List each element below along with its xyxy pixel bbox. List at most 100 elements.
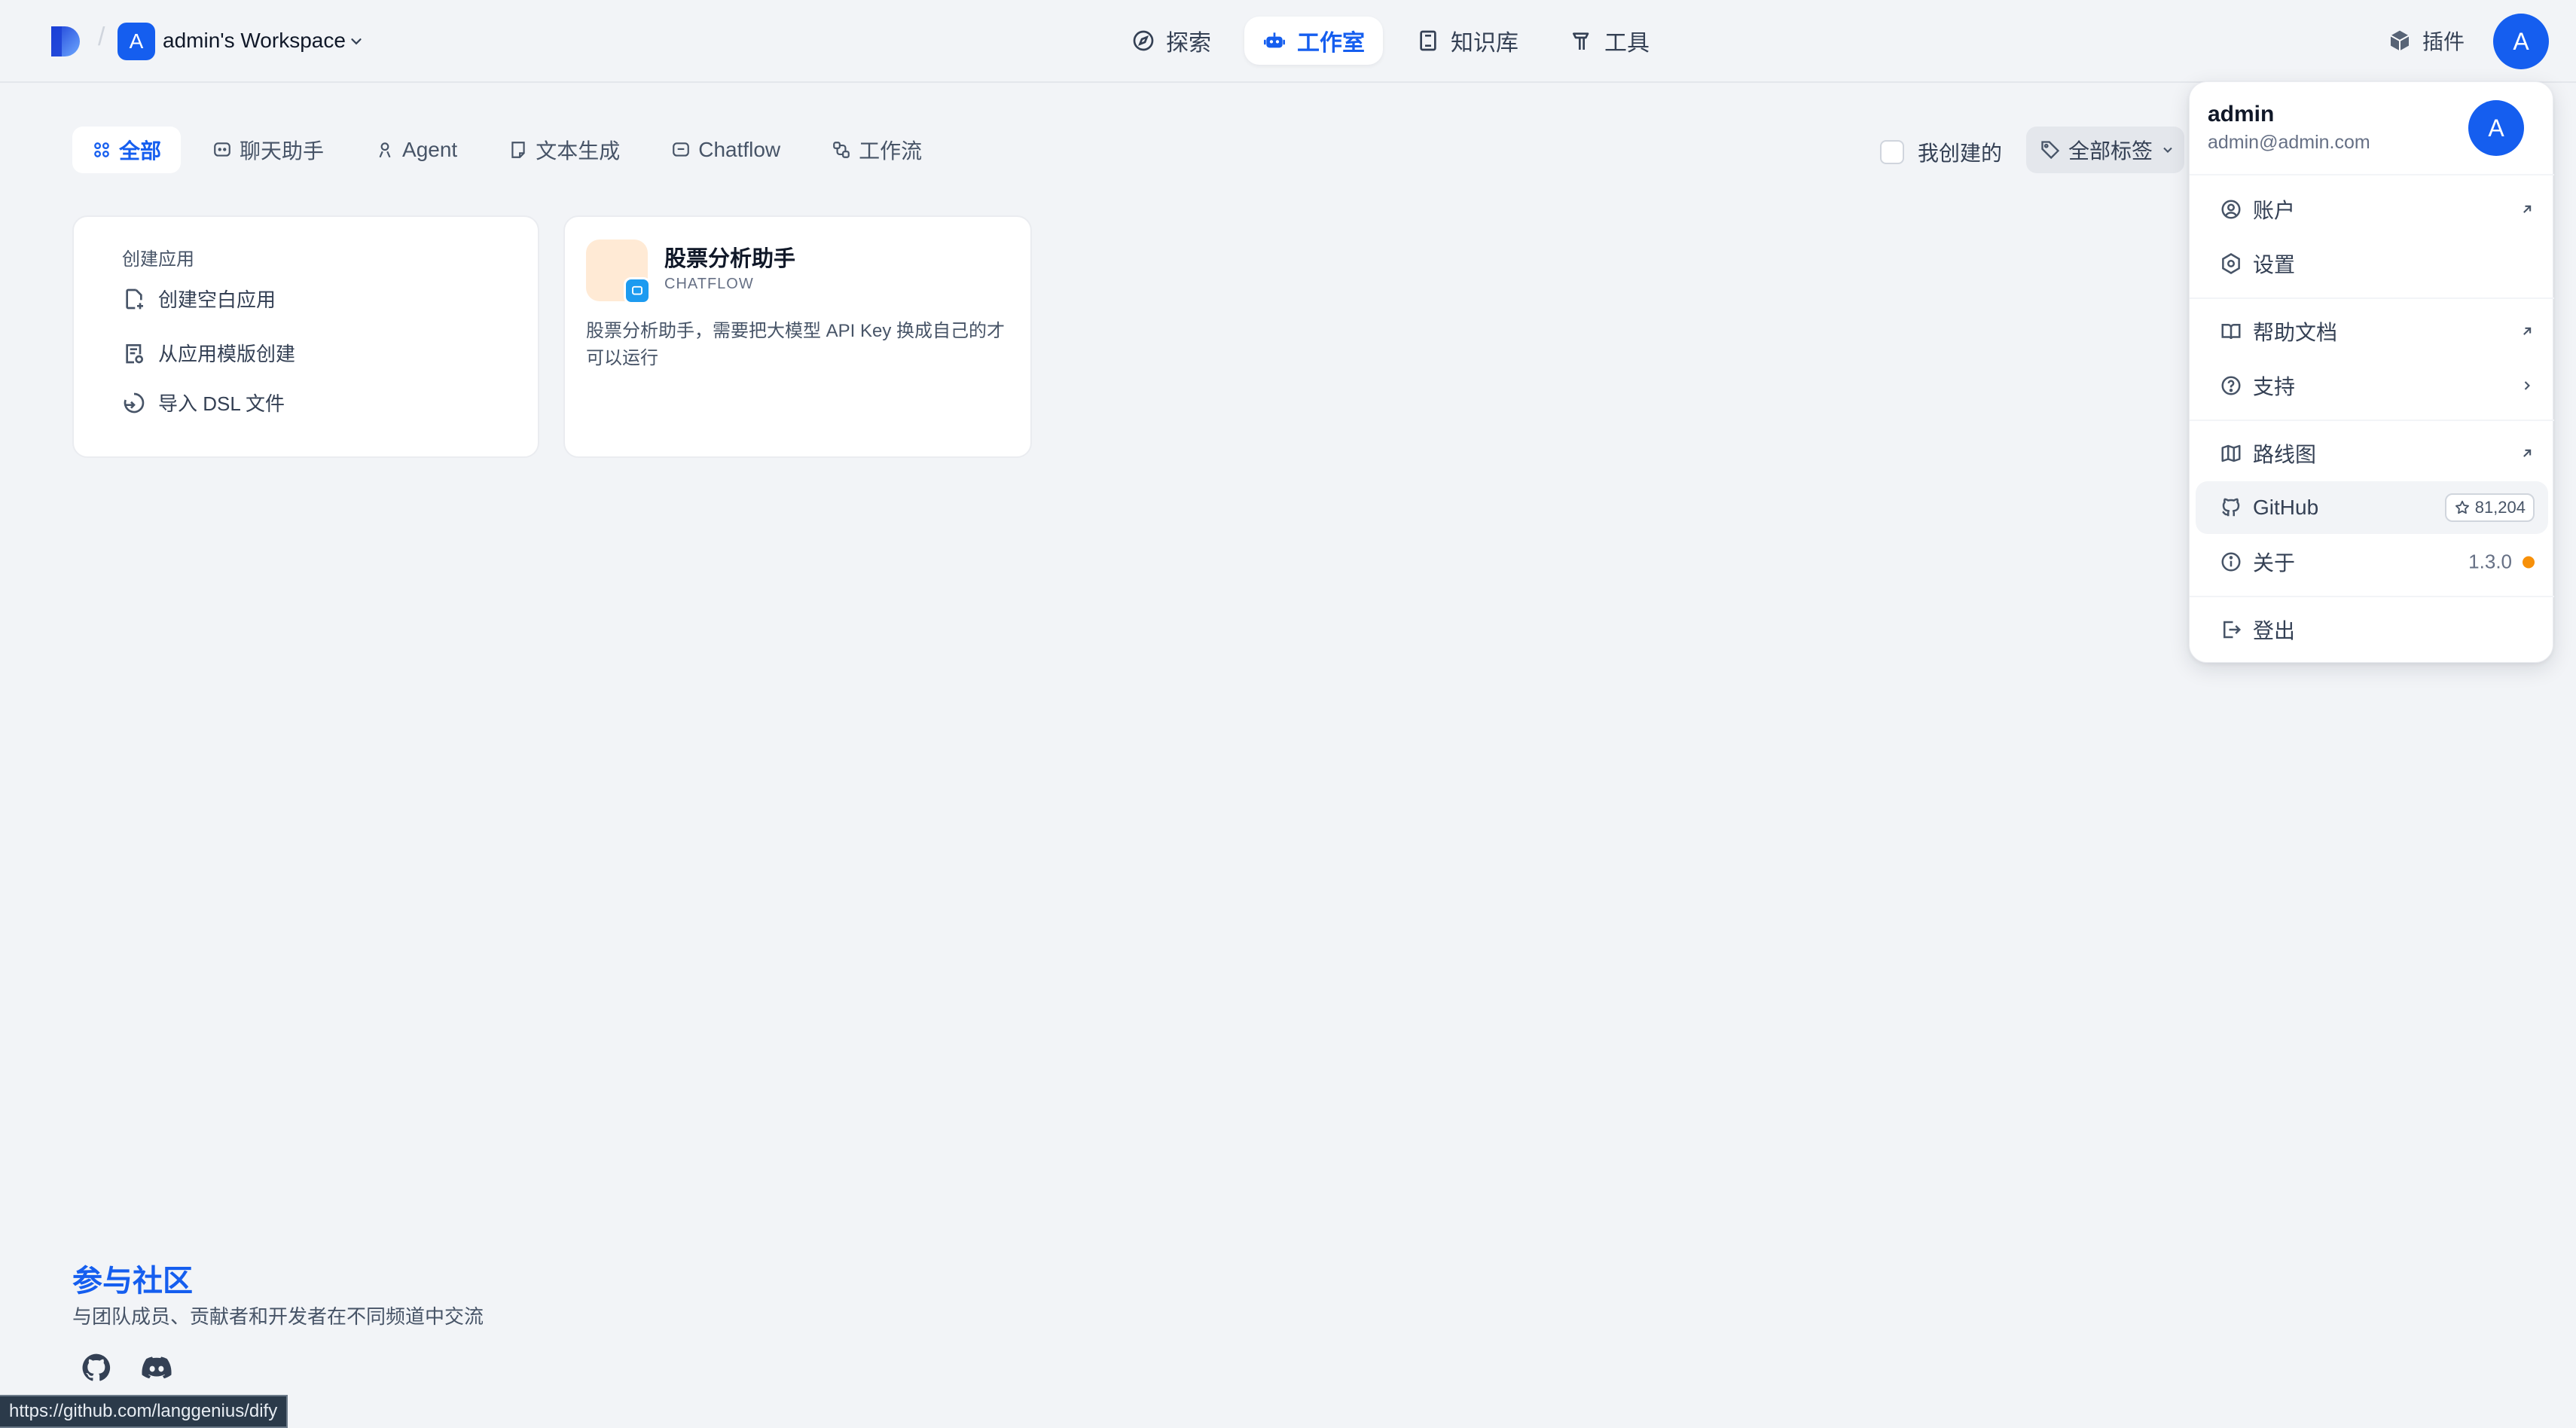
menu-user-email: admin@admin.com [2208,132,2370,153]
agent-icon [379,142,391,158]
create-blank-app-button[interactable]: 创建空白应用 [122,285,276,313]
chevron-down-icon [2163,147,2172,153]
menu-item-logout[interactable]: 登出 [2196,603,2548,656]
menu-item-roadmap[interactable]: 路线图 [2196,427,2548,480]
logout-icon [2223,621,2242,639]
menu-divider [2190,174,2554,175]
tab-agent-label: Agent [402,138,458,161]
created-by-me-checkbox[interactable] [1880,140,1904,164]
tab-chat-assistant-label: 聊天助手 [240,139,325,163]
nav-tools[interactable]: 工具 [1552,17,1668,65]
tab-chat-assistant[interactable]: 聊天助手 [193,127,343,173]
tag-icon [2041,141,2060,160]
menu-item-settings-label: 设置 [2253,253,2296,276]
tab-all[interactable]: 全部 [72,127,182,173]
robot-icon [1264,32,1285,48]
open-book-icon [2221,324,2241,340]
community-subtitle: 与团队成员、贡献者和开发者在不同频道中交流 [72,1305,484,1328]
template-icon [126,343,143,363]
created-by-me-filter[interactable]: 我创建的 [1880,137,2002,167]
menu-item-logout-label: 登出 [2253,619,2296,642]
menu-item-support[interactable]: 支持 [2196,359,2548,412]
external-arrow-icon [2523,327,2532,335]
nav-studio[interactable]: 工作室 [1244,17,1383,65]
file-plus-icon [126,288,143,309]
menu-divider [2190,298,2554,299]
tab-workflow-label: 工作流 [859,139,923,163]
tag-filter-label: 全部标签 [2068,139,2153,163]
user-circle-icon [2221,200,2241,219]
menu-item-help-docs[interactable]: 帮助文档 [2196,305,2548,358]
chatflow-badge-icon [624,277,651,304]
create-app-title: 创建应用 [122,249,194,270]
book-icon [1420,30,1436,51]
top-header: / A admin's Workspace 探索 工作室 知识库 工具 插件 A [0,0,2576,83]
workflow-icon [833,142,850,158]
github-icon[interactable] [80,1351,113,1384]
external-arrow-icon [2523,449,2532,457]
menu-item-settings[interactable]: 设置 [2196,237,2548,290]
menu-item-about-label: 关于 [2253,551,2296,575]
app-card[interactable]: 股票分析助手 CHATFLOW 股票分析助手，需要把大模型 API Key 换成… [563,215,1032,458]
import-dsl-button[interactable]: 导入 DSL 文件 [122,389,285,416]
user-avatar-button[interactable]: A [2493,14,2549,69]
github-stars-count: 81,204 [2474,498,2526,517]
main-nav: 探索 工作室 知识库 工具 [1113,17,1668,65]
nav-explore[interactable]: 探索 [1113,17,1229,65]
tab-agent[interactable]: Agent [356,127,477,173]
nav-tools-label: 工具 [1604,31,1650,56]
app-version: 1.3.0 [2468,550,2512,573]
menu-divider [2190,420,2554,421]
menu-user-name: admin [2208,102,2275,127]
chevron-down-icon[interactable] [348,33,365,50]
nav-explore-label: 探索 [1166,31,1211,56]
tag-filter-select[interactable]: 全部标签 [2026,127,2184,173]
workspace-avatar[interactable]: A [118,23,155,60]
chevron-right-icon [2524,381,2530,390]
menu-item-help-docs-label: 帮助文档 [2253,321,2338,344]
community-title: 参与社区 [72,1265,193,1298]
tab-text-generation-label: 文本生成 [536,139,621,163]
app-description: 股票分析助手，需要把大模型 API Key 换成自己的才可以运行 [586,321,1006,368]
update-available-dot [2523,556,2535,568]
tab-all-label: 全部 [119,139,162,163]
gear-icon [2222,253,2240,274]
app-type-tabs: 全部 聊天助手 Agent 文本生成 Chatflow 工作流 [72,127,942,173]
menu-divider [2190,596,2554,597]
import-icon [124,392,145,413]
discord-icon[interactable] [140,1351,173,1384]
menu-item-about[interactable]: 关于 1.3.0 [2196,536,2548,588]
question-circle-icon [2221,376,2241,395]
app-name: 股票分析助手 [664,247,796,271]
nav-knowledge[interactable]: 知识库 [1398,17,1537,65]
app-type: CHATFLOW [664,276,754,292]
tab-chatflow-label: Chatflow [698,138,781,161]
menu-item-github[interactable]: GitHub 81,204 [2196,481,2548,534]
github-stars-badge: 81,204 [2444,493,2535,522]
create-from-template-button[interactable]: 从应用模版创建 [122,339,295,367]
chatflow-icon [673,142,690,157]
tab-chatflow[interactable]: Chatflow [652,127,800,173]
hammer-icon [1573,32,1589,50]
import-dsl-label: 导入 DSL 文件 [158,392,285,415]
star-icon [2455,500,2469,514]
dify-logo-icon[interactable] [50,25,83,58]
menu-item-roadmap-label: 路线图 [2253,443,2317,466]
status-bar-url: https://github.com/langgenius/dify [0,1395,288,1428]
menu-item-github-label: GitHub [2253,496,2319,519]
tab-workflow[interactable]: 工作流 [812,127,942,173]
github-icon [2222,498,2240,517]
plugins-button[interactable]: 插件 [2388,26,2465,56]
menu-avatar: A [2468,100,2524,156]
grid-icon [94,142,109,157]
workspace-name[interactable]: admin's Workspace [163,29,346,53]
create-blank-app-label: 创建空白应用 [158,288,276,311]
menu-item-account[interactable]: 账户 [2196,183,2548,236]
map-icon [2221,444,2241,462]
create-app-card: 创建应用 创建空白应用 从应用模版创建 导入 DSL 文件 [72,215,539,458]
document-icon [511,142,525,158]
created-by-me-label: 我创建的 [1918,142,2003,165]
user-dropdown-menu: admin admin@admin.com A 账户 设置 帮助文档 支持 路线… [2189,81,2554,663]
tab-text-generation[interactable]: 文本生成 [489,127,639,173]
compass-icon [1133,30,1154,51]
